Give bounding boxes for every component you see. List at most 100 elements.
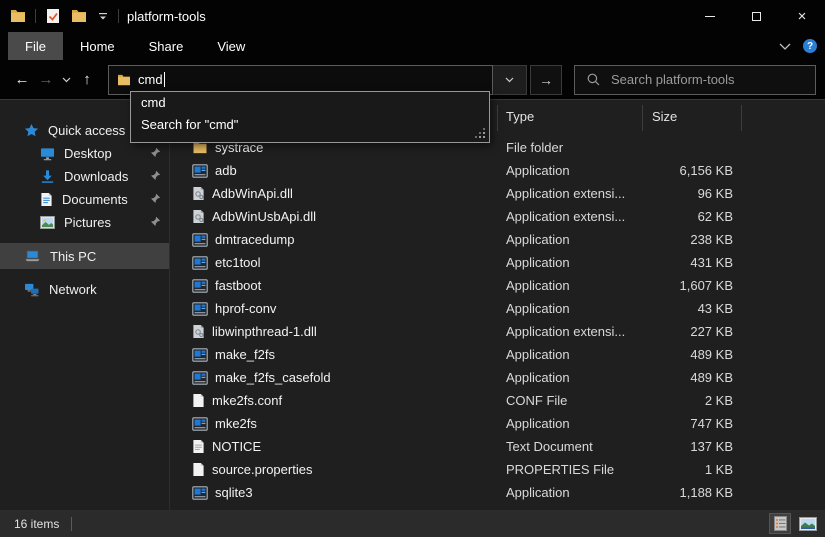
file-size: 227 KB: [642, 324, 741, 339]
file-name-cell: source.properties: [170, 462, 497, 477]
sidebar-item-network[interactable]: Network: [0, 278, 169, 301]
window-title: platform-tools: [127, 9, 206, 24]
file-type: Application: [497, 278, 642, 293]
column-separator[interactable]: [741, 105, 742, 131]
sidebar-group-gap: [0, 234, 169, 243]
search-input[interactable]: Search platform-tools: [574, 65, 816, 95]
file-row[interactable]: make_f2fs_casefoldApplication489 KB: [170, 366, 825, 389]
file-type: Application: [497, 163, 642, 178]
sidebar-item-pictures[interactable]: Pictures: [0, 211, 169, 234]
file-type: PROPERTIES File: [497, 462, 642, 477]
address-suggestions-dropdown: cmd Search for "cmd": [130, 91, 490, 143]
tab-view[interactable]: View: [200, 32, 262, 60]
sidebar-item-label: Pictures: [64, 215, 111, 230]
sidebar-item-this-pc[interactable]: This PC: [0, 243, 169, 269]
file-row[interactable]: NOTICEText Document137 KB: [170, 435, 825, 458]
file-row[interactable]: hprof-convApplication43 KB: [170, 297, 825, 320]
ribbon-tabs: File Home Share View ?: [0, 32, 825, 60]
tab-share[interactable]: Share: [132, 32, 201, 60]
close-icon: ×: [798, 9, 807, 24]
file-size: 137 KB: [642, 439, 741, 454]
file-size: 431 KB: [642, 255, 741, 270]
file-size: 1,188 KB: [642, 485, 741, 500]
recent-locations-chevron-icon[interactable]: [58, 67, 75, 93]
ribbon-right-controls: ?: [779, 32, 825, 60]
file-row[interactable]: mke2fsApplication747 KB: [170, 412, 825, 435]
file-row[interactable]: AdbWinUsbApi.dllApplication extensi...62…: [170, 205, 825, 228]
sidebar-item-desktop[interactable]: Desktop: [0, 142, 169, 165]
view-toggle-buttons: [769, 513, 825, 534]
file-row[interactable]: make_f2fsApplication489 KB: [170, 343, 825, 366]
address-dropdown-button[interactable]: [493, 65, 527, 95]
file-size: 489 KB: [642, 370, 741, 385]
details-view-button[interactable]: [769, 513, 791, 534]
file-row[interactable]: etc1toolApplication431 KB: [170, 251, 825, 274]
file-row[interactable]: mke2fs.confCONF File2 KB: [170, 389, 825, 412]
column-header-type[interactable]: Type: [506, 109, 534, 124]
file-list-pane: Type Size systraceFile folderadbApplicat…: [170, 100, 825, 510]
file-icon: [192, 393, 205, 408]
customize-caret-icon[interactable]: [96, 12, 110, 21]
file-row[interactable]: libwinpthread-1.dllApplication extensi..…: [170, 320, 825, 343]
column-separator[interactable]: [642, 105, 643, 131]
file-size: 1 KB: [642, 462, 741, 477]
window-controls: ×: [687, 0, 825, 32]
up-button[interactable]: ↑: [75, 67, 99, 93]
file-name: fastboot: [215, 278, 261, 293]
file-row[interactable]: AdbWinApi.dllApplication extensi...96 KB: [170, 182, 825, 205]
application-icon: [192, 256, 208, 270]
file-icon: [192, 462, 205, 477]
back-button[interactable]: ←: [10, 67, 34, 93]
help-button[interactable]: ?: [803, 39, 817, 53]
pin-icon: [150, 193, 161, 204]
dll-icon: [192, 324, 205, 339]
large-icons-view-button[interactable]: [797, 513, 819, 534]
tab-file[interactable]: File: [8, 32, 63, 60]
properties-check-icon[interactable]: [44, 7, 62, 25]
file-type: Application: [497, 370, 642, 385]
search-placeholder: Search platform-tools: [611, 72, 735, 87]
file-size: 1,607 KB: [642, 278, 741, 293]
address-suggestion-item[interactable]: cmd: [131, 92, 489, 114]
new-folder-icon[interactable]: [70, 7, 88, 25]
forward-button[interactable]: →: [34, 67, 58, 93]
file-type: Application extensi...: [497, 324, 642, 339]
minimize-button[interactable]: [687, 0, 733, 32]
qat-separator: [35, 9, 36, 23]
pin-icon: [150, 170, 161, 181]
application-icon: [192, 233, 208, 247]
address-bar-input[interactable]: cmd: [108, 65, 493, 95]
file-row[interactable]: adbApplication6,156 KB: [170, 159, 825, 182]
file-name-cell: fastboot: [170, 278, 497, 293]
column-separator[interactable]: [497, 105, 498, 131]
resize-grip-icon[interactable]: [483, 136, 485, 138]
close-button[interactable]: ×: [779, 0, 825, 32]
sidebar-item-downloads[interactable]: Downloads: [0, 165, 169, 188]
file-type: Application: [497, 347, 642, 362]
address-suggestion-search-item[interactable]: Search for "cmd": [131, 114, 489, 136]
file-type: File folder: [497, 140, 642, 155]
column-header-size[interactable]: Size: [652, 109, 677, 124]
file-row[interactable]: sqlite3Application1,188 KB: [170, 481, 825, 504]
sidebar-item-documents[interactable]: Documents: [0, 188, 169, 211]
maximize-button[interactable]: [733, 0, 779, 32]
file-name: mke2fs: [215, 416, 257, 431]
go-to-button[interactable]: →: [530, 65, 562, 95]
application-icon: [192, 417, 208, 431]
sidebar-item-label: Documents: [62, 192, 128, 207]
file-row[interactable]: source.propertiesPROPERTIES File1 KB: [170, 458, 825, 481]
file-name: AdbWinUsbApi.dll: [212, 209, 316, 224]
file-type: Application extensi...: [497, 186, 642, 201]
file-row[interactable]: dmtracedumpApplication238 KB: [170, 228, 825, 251]
file-type: Application: [497, 416, 642, 431]
file-type: CONF File: [497, 393, 642, 408]
tab-home[interactable]: Home: [63, 32, 132, 60]
file-row[interactable]: fastboot Application1,607 KB: [170, 274, 825, 297]
file-explorer-window: platform-tools × File Home Share View ? …: [0, 0, 825, 537]
file-size: 96 KB: [642, 186, 741, 201]
file-name-cell: libwinpthread-1.dll: [170, 324, 497, 339]
file-name: mke2fs.conf: [212, 393, 282, 408]
file-type: Application: [497, 485, 642, 500]
file-name: dmtracedump: [215, 232, 294, 247]
ribbon-expand-chevron-icon[interactable]: [779, 43, 791, 50]
